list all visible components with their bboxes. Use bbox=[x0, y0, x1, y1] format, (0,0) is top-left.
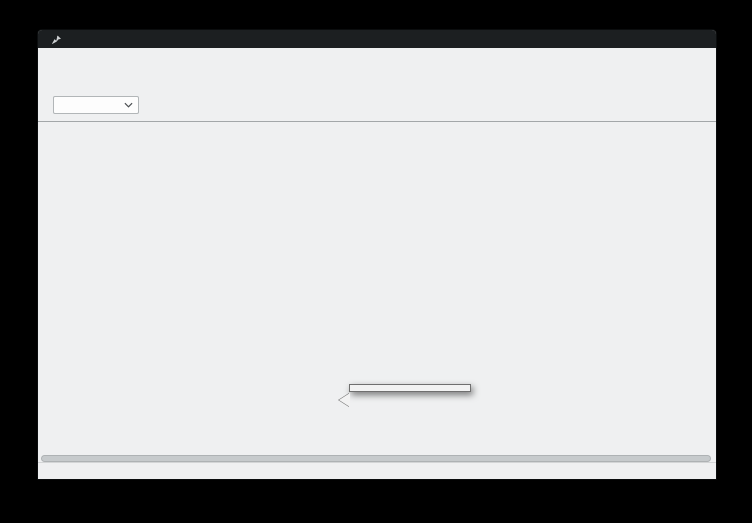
track-controls-gutter bbox=[38, 122, 62, 431]
tooltip-arrow bbox=[339, 393, 350, 407]
pin-icon[interactable] bbox=[52, 35, 61, 44]
statusbar bbox=[38, 462, 716, 478]
selection-tooltip bbox=[349, 384, 471, 392]
chevron-down-icon bbox=[124, 102, 133, 108]
overview-bar[interactable] bbox=[40, 433, 712, 451]
file-toolbar bbox=[38, 64, 44, 89]
scrollbar-thumb[interactable] bbox=[41, 455, 711, 462]
signal-area[interactable] bbox=[38, 121, 716, 430]
playback-toolbar bbox=[38, 89, 139, 121]
horizontal-scrollbar[interactable] bbox=[41, 455, 711, 462]
kwave-window bbox=[38, 30, 716, 479]
zoom-level-select[interactable] bbox=[53, 96, 139, 114]
menubar bbox=[38, 48, 716, 64]
titlebar[interactable] bbox=[38, 30, 716, 48]
